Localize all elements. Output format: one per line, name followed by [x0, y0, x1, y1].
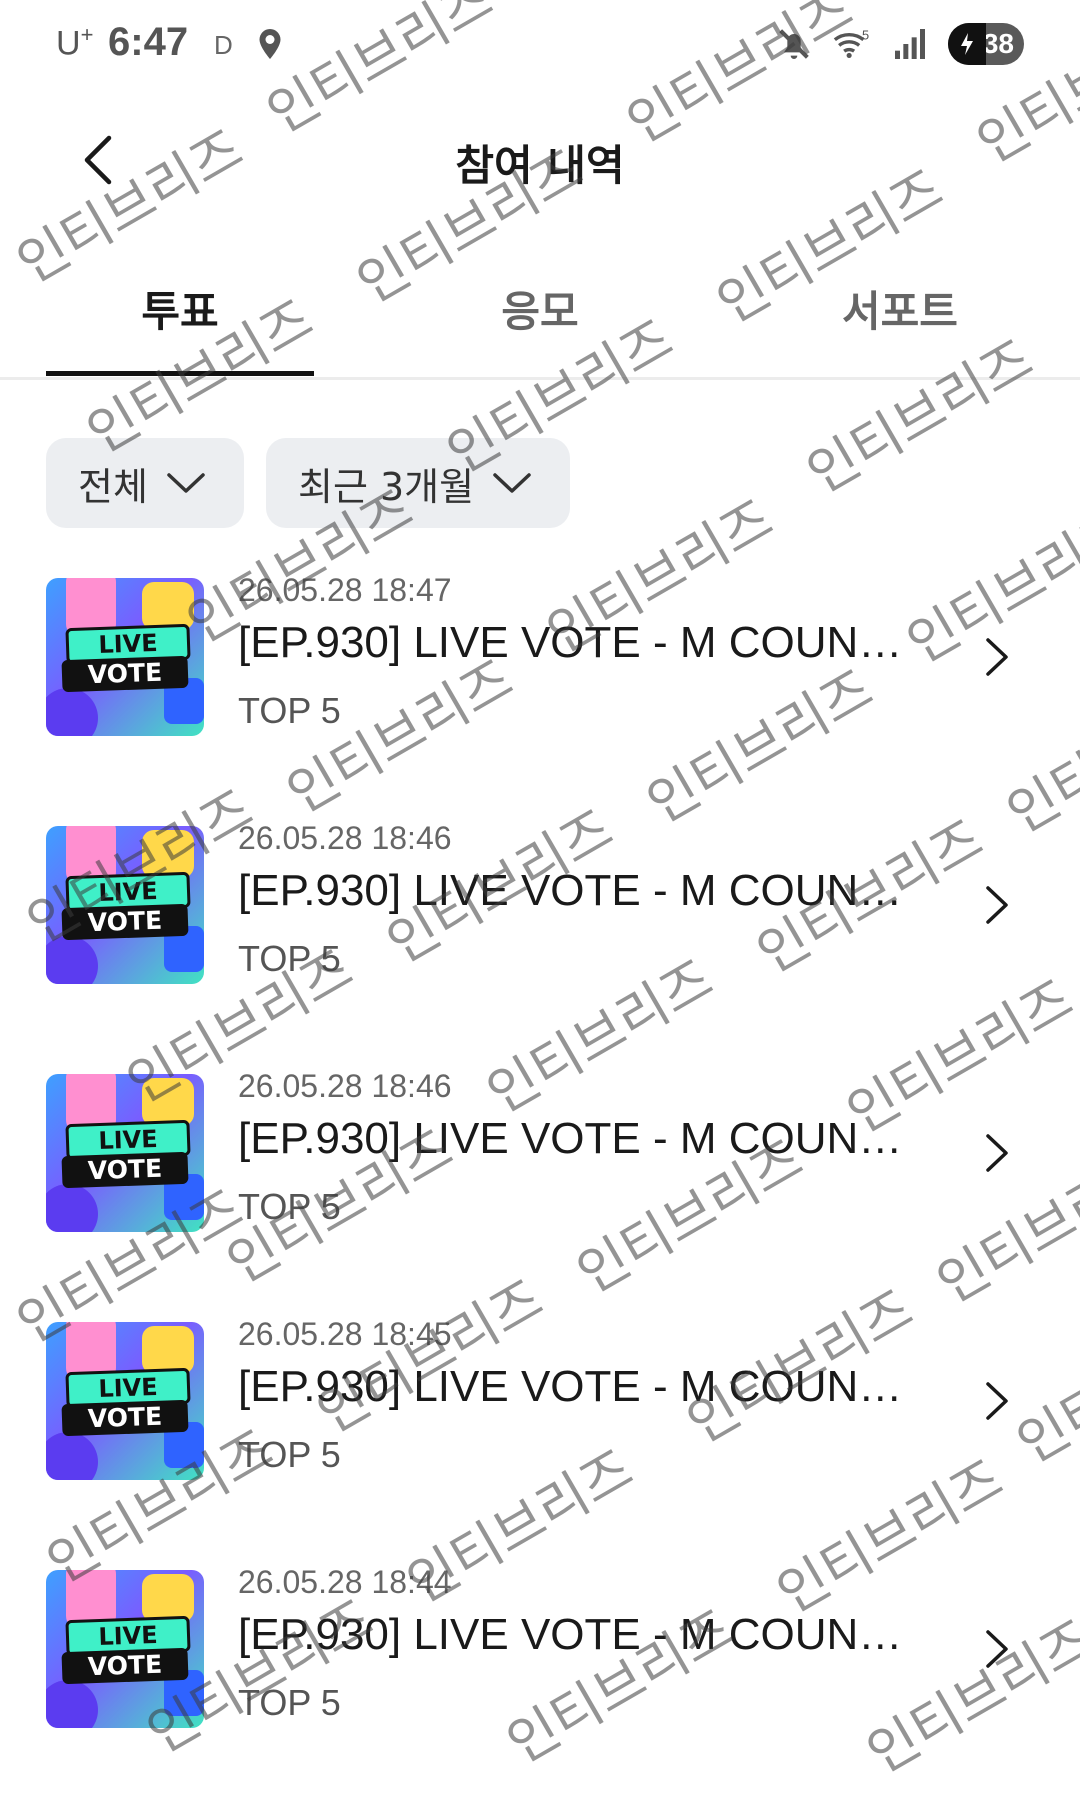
- carrier-label: U+: [56, 22, 94, 63]
- period-filter-label: 최근 3개월: [298, 464, 475, 509]
- chevron-right-icon: [986, 1630, 1008, 1668]
- list-item[interactable]: LIVE VOTE 26.05.28 18:46 [EP.930] LIVE V…: [0, 1066, 1080, 1314]
- charging-icon: [948, 23, 986, 65]
- chevron-right-icon: [986, 1134, 1008, 1172]
- page-title: 참여 내역: [455, 141, 625, 190]
- chevron-right-icon: [986, 886, 1008, 924]
- period-filter-dropdown[interactable]: 최근 3개월: [266, 438, 570, 528]
- item-date: 26.05.28 18:47: [238, 572, 452, 608]
- signal-icon: [895, 29, 925, 59]
- list-item[interactable]: LIVE VOTE 26.05.28 18:44 [EP.930] LIVE V…: [0, 1562, 1080, 1810]
- item-date: 26.05.28 18:46: [238, 820, 452, 856]
- filter-bar: 전체 최근 3개월: [46, 438, 570, 528]
- tab-entry[interactable]: 응모: [405, 278, 675, 339]
- item-title: [EP.930] LIVE VOTE - M COUNTDOWN: [238, 618, 910, 667]
- item-date: 26.05.28 18:46: [238, 1068, 452, 1104]
- item-rank: TOP 5: [238, 1186, 341, 1227]
- list-item[interactable]: LIVE VOTE 26.05.28 18:45 [EP.930] LIVE V…: [0, 1314, 1080, 1562]
- battery-indicator: 38: [948, 23, 1024, 65]
- list-item[interactable]: LIVE VOTE 26.05.28 18:47 [EP.930] LIVE V…: [0, 570, 1080, 818]
- category-filter-label: 전체: [78, 464, 148, 509]
- svg-text:5: 5: [862, 28, 869, 43]
- category-filter-dropdown[interactable]: 전체: [46, 438, 244, 528]
- live-vote-thumbnail: LIVE VOTE: [46, 1322, 204, 1480]
- item-rank: TOP 5: [238, 690, 341, 731]
- battery-level: 38: [982, 28, 1014, 59]
- live-vote-thumbnail: LIVE VOTE: [46, 1570, 204, 1728]
- mute-icon: [779, 29, 809, 59]
- tab-bar: 투표 응모 서포트: [0, 250, 1080, 380]
- location-icon: [259, 29, 281, 59]
- app-header: 참여 내역: [0, 110, 1080, 210]
- vote-history-list: LIVE VOTE 26.05.28 18:47 [EP.930] LIVE V…: [0, 570, 1080, 1810]
- tab-support[interactable]: 서포트: [765, 278, 1035, 339]
- item-title: [EP.930] LIVE VOTE - M COUNTDOWN: [238, 1362, 910, 1411]
- item-title: [EP.930] LIVE VOTE - M COUNTDOWN: [238, 866, 910, 915]
- item-rank: TOP 5: [238, 1682, 341, 1723]
- item-date: 26.05.28 18:44: [238, 1564, 452, 1600]
- list-item[interactable]: LIVE VOTE 26.05.28 18:46 [EP.930] LIVE V…: [0, 818, 1080, 1066]
- live-vote-thumbnail: LIVE VOTE: [46, 826, 204, 984]
- chevron-down-icon: [167, 473, 205, 493]
- status-bar: U+ 6:47 D 5 38: [0, 0, 1080, 90]
- active-tab-indicator: [46, 371, 314, 376]
- item-title: [EP.930] LIVE VOTE - M COUNTDOWN: [238, 1114, 910, 1163]
- live-vote-thumbnail: LIVE VOTE: [46, 1074, 204, 1232]
- status-indicator-d: D: [214, 30, 233, 60]
- item-rank: TOP 5: [238, 1434, 341, 1475]
- item-rank: TOP 5: [238, 938, 341, 979]
- tab-vote[interactable]: 투표: [45, 278, 315, 339]
- status-icons: 5 38: [774, 22, 1024, 66]
- chevron-right-icon: [986, 638, 1008, 676]
- status-time: 6:47: [108, 20, 189, 64]
- wifi-icon: 5: [833, 28, 869, 58]
- chevron-down-icon: [493, 473, 531, 493]
- chevron-right-icon: [986, 1382, 1008, 1420]
- live-vote-thumbnail: LIVE VOTE: [46, 578, 204, 736]
- item-date: 26.05.28 18:45: [238, 1316, 452, 1352]
- item-title: [EP.930] LIVE VOTE - M COUNTDOWN: [238, 1610, 910, 1659]
